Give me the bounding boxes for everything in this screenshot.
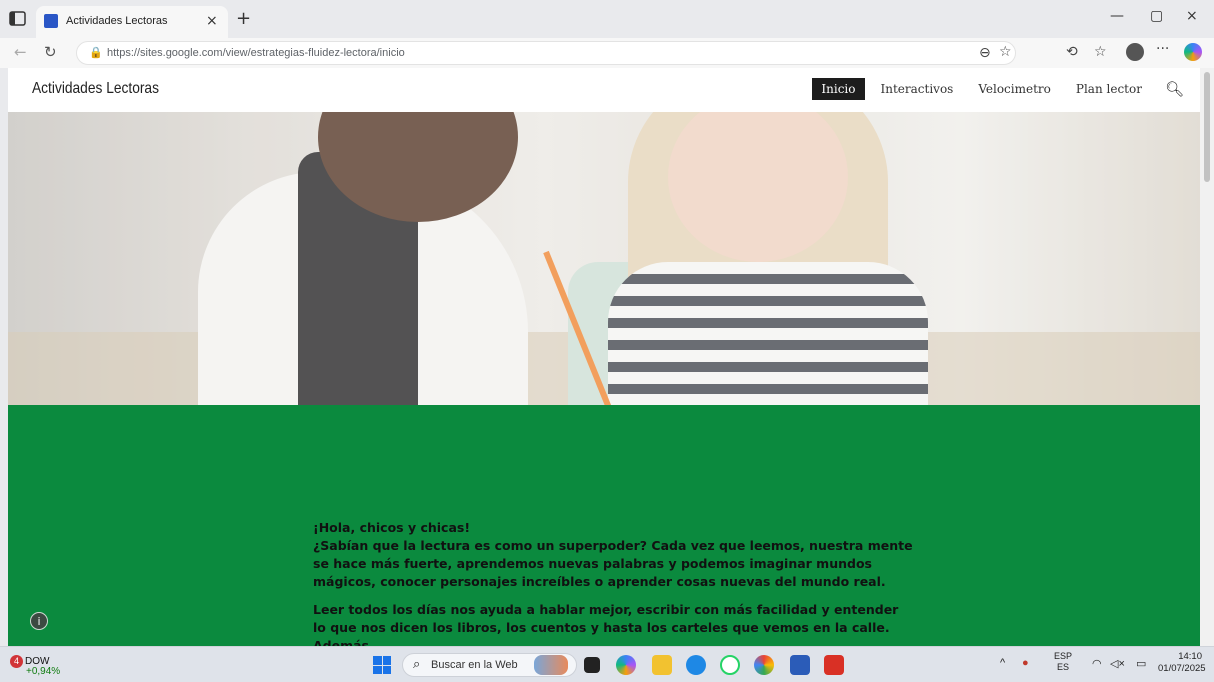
google-sites-favicon-icon <box>44 14 58 28</box>
tab-strip: Actividades Lectoras × + — ▢ × <box>0 0 1214 38</box>
favorite-star-icon[interactable]: ☆ <box>999 44 1012 60</box>
site-title[interactable]: Actividades Lectoras <box>32 80 159 98</box>
info-icon[interactable]: i <box>30 612 48 630</box>
greeting: ¡Hola, chicos y chicas! <box>313 520 471 535</box>
favorites-icon[interactable]: ☆ <box>1094 44 1107 60</box>
taskbar-search-text: Buscar en la Web <box>431 659 518 671</box>
sidebar-toggle-icon[interactable] <box>8 10 28 28</box>
scrollbar-thumb[interactable] <box>1204 72 1210 182</box>
edge-icon[interactable] <box>686 655 706 675</box>
stock-widget[interactable]: 4 DOW +0,94% <box>10 655 60 677</box>
extensions-icon[interactable]: ⟲ <box>1066 44 1078 60</box>
word-icon[interactable] <box>790 655 810 675</box>
copilot-icon[interactable] <box>1184 43 1202 61</box>
page-viewport: Actividades Lectoras Inicio Interactivos… <box>8 68 1200 646</box>
tab-close-icon[interactable]: × <box>206 13 218 29</box>
browser-window: Actividades Lectoras × + — ▢ × ← ↻ 🔒 htt… <box>0 0 1214 682</box>
page-scrollbar[interactable] <box>1200 68 1214 646</box>
more-actions-icon[interactable]: ⊖ <box>979 45 991 61</box>
hero-image <box>8 112 1200 405</box>
lang-bottom: ES <box>1057 662 1070 672</box>
paragraph-1: ¿Sabían que la lectura es como un superp… <box>313 538 913 589</box>
new-tab-icon[interactable]: + <box>236 8 251 29</box>
nav-item-plan-lector[interactable]: Plan lector <box>1067 78 1151 100</box>
profile-avatar[interactable] <box>1126 43 1144 61</box>
settings-menu-icon[interactable]: ··· <box>1156 41 1169 57</box>
stock-change: +0,94% <box>26 666 61 677</box>
windows-taskbar: 4 DOW +0,94% ⌕ Buscar en la Web ^ ● ESP ES… <box>0 646 1214 682</box>
chrome-icon[interactable] <box>754 655 774 675</box>
browser-tab[interactable]: Actividades Lectoras × <box>36 6 228 38</box>
search-icon: ⌕ <box>413 657 421 672</box>
battery-icon[interactable]: ▭ <box>1136 657 1146 670</box>
clock-time: 14:10 <box>1178 651 1202 662</box>
stock-badge: 4 <box>10 655 23 668</box>
clock-date: 01/07/2025 <box>1158 663 1206 674</box>
browser-toolbar: ← ↻ 🔒 https://sites.google.com/view/estr… <box>0 38 1214 68</box>
address-bar[interactable]: 🔒 https://sites.google.com/view/estrateg… <box>76 41 1016 65</box>
copilot-app-icon[interactable] <box>616 655 636 675</box>
lock-icon: 🔒 <box>89 46 103 59</box>
task-view-icon[interactable] <box>584 657 600 673</box>
intro-text: ¡Hola, chicos y chicas! ¿Sabían que la l… <box>313 519 913 646</box>
restore-icon[interactable]: ▢ <box>1150 8 1163 24</box>
whatsapp-icon[interactable] <box>720 655 740 675</box>
wifi-icon[interactable]: ◠ <box>1092 657 1102 670</box>
tab-title: Actividades Lectoras <box>66 15 168 27</box>
acrobat-icon[interactable] <box>824 655 844 675</box>
back-icon[interactable]: ← <box>14 43 27 61</box>
minimize-icon[interactable]: — <box>1110 8 1124 24</box>
url-text: https://sites.google.com/view/estrategia… <box>107 47 405 59</box>
volume-icon[interactable]: ◁× <box>1110 657 1125 670</box>
site-header: Actividades Lectoras Inicio Interactivos… <box>8 68 1200 112</box>
nav-item-velocimetro[interactable]: Velocimetro <box>969 78 1060 100</box>
close-window-icon[interactable]: × <box>1186 8 1198 24</box>
security-icon[interactable]: ● <box>1022 657 1029 669</box>
hero-overlay <box>8 112 1200 405</box>
tray-overflow-icon[interactable]: ^ <box>1000 657 1005 669</box>
paragraph-2: Leer todos los días nos ayuda a hablar m… <box>313 602 899 646</box>
file-explorer-icon[interactable] <box>652 655 672 675</box>
intro-paragraph-1: ¡Hola, chicos y chicas! ¿Sabían que la l… <box>313 519 913 591</box>
language-indicator[interactable]: ESP ES <box>1054 651 1072 673</box>
nav-item-inicio[interactable]: Inicio <box>812 78 865 100</box>
windows-start-icon[interactable] <box>373 656 391 674</box>
lang-top: ESP <box>1054 651 1073 661</box>
site-nav: Inicio Interactivos Velocimetro Plan lec… <box>805 78 1184 100</box>
search-icon[interactable]: 🔍︎ <box>1165 80 1184 98</box>
nav-item-interactivos[interactable]: Interactivos <box>872 78 963 100</box>
search-highlight-icon[interactable] <box>534 655 568 675</box>
system-clock[interactable]: 14:10 01/07/2025 <box>1158 651 1206 675</box>
refresh-icon[interactable]: ↻ <box>44 43 57 61</box>
url-host: https://sites.google.com <box>107 47 223 59</box>
url-path: /view/estrategias-fluidez-lectora/inicio <box>222 47 405 59</box>
